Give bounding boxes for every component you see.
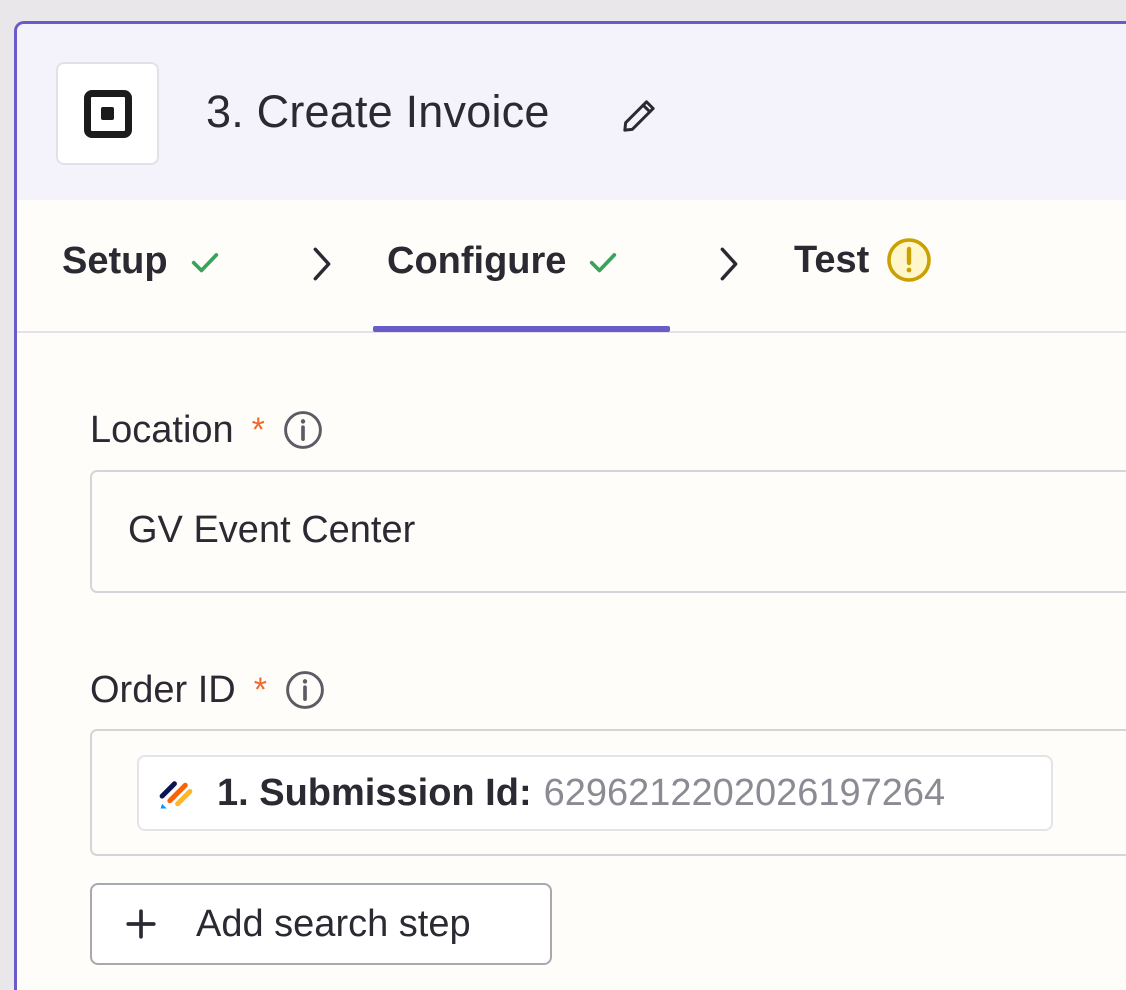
mapped-field-pill[interactable]: 1. Submission Id: 6296212202026197264 [137,755,1053,831]
plus-icon [126,909,156,939]
tab-test[interactable]: Test [794,236,933,284]
field-label-text: Location [90,408,234,451]
location-label: Location * [90,408,325,452]
info-icon[interactable] [283,668,327,712]
order-id-label: Order ID * [90,668,327,712]
required-marker: * [251,410,265,449]
check-icon [590,252,617,272]
mapped-field-key: 1. Submission Id: [217,771,532,814]
tab-label: Setup [62,240,168,282]
pencil-icon[interactable] [619,96,659,136]
tab-label: Test [794,238,870,281]
check-icon [191,252,218,272]
step-tabs: Setup Configure Test [17,200,1126,333]
step-editor-panel: 3. Create Invoice Setup Configure Test L… [14,21,1126,990]
warning-circle-icon [887,238,932,282]
chevron-right-icon [313,247,331,281]
active-tab-indicator [373,326,670,332]
required-marker: * [253,670,267,709]
info-icon[interactable] [281,408,325,452]
square-logo-icon [83,89,132,138]
tab-configure[interactable]: Configure [387,240,620,283]
mapped-field-value: 6296212202026197264 [543,771,946,814]
field-label-text: Order ID [90,668,236,711]
add-search-step-button[interactable]: Add search step [90,883,552,965]
location-value: GV Event Center [128,509,416,551]
step-header: 3. Create Invoice [17,24,1126,200]
add-search-step-label: Add search step [196,902,471,945]
location-field[interactable]: GV Event Center [90,470,1126,593]
tab-label: Configure [387,240,567,282]
order-id-field[interactable]: 1. Submission Id: 6296212202026197264 [90,729,1126,856]
step-title[interactable]: 3. Create Invoice [206,86,550,138]
chevron-right-icon [720,247,738,281]
jotform-icon [159,781,193,809]
tab-setup[interactable]: Setup [62,240,222,283]
app-logo[interactable] [56,62,159,165]
